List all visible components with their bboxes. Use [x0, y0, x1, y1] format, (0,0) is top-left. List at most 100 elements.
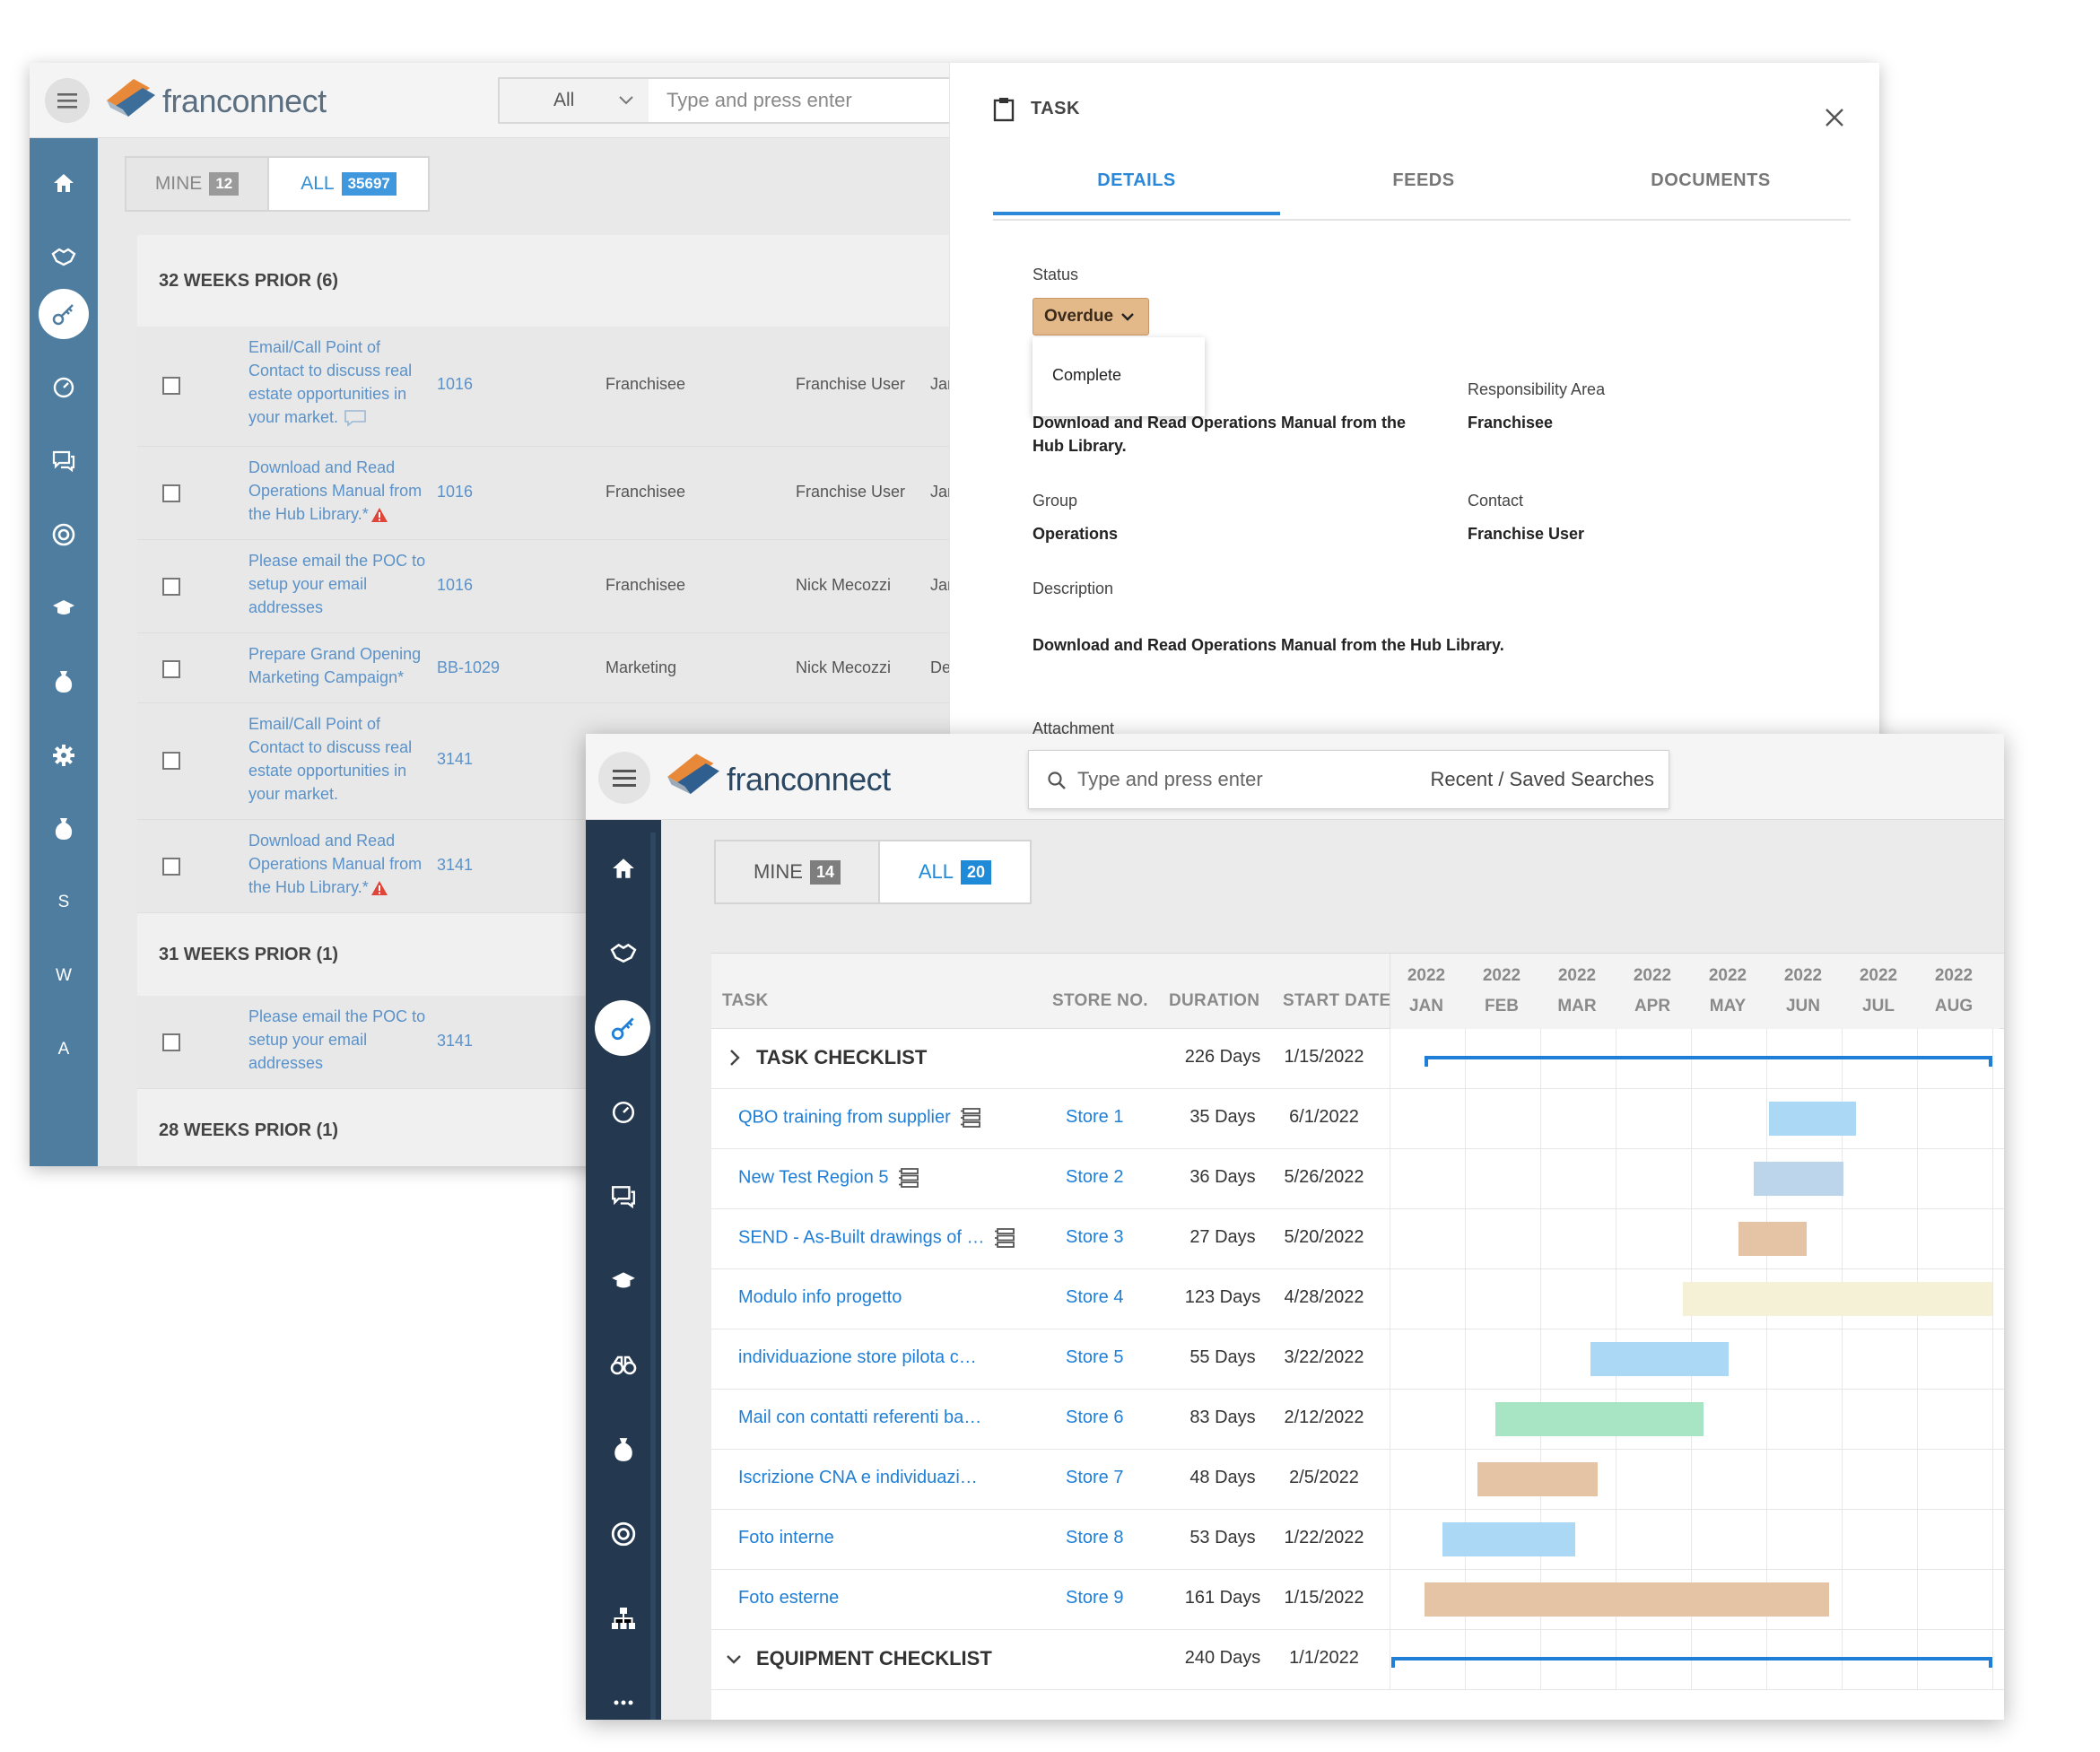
- store-number[interactable]: 1016: [437, 576, 473, 595]
- tab-mine[interactable]: MINE 14: [716, 841, 880, 902]
- gantt-bar[interactable]: [1753, 1162, 1844, 1196]
- sidebar-scrollbar[interactable]: [650, 832, 656, 1720]
- close-icon[interactable]: [1825, 108, 1844, 127]
- store-link[interactable]: Store 4: [1066, 1287, 1123, 1308]
- store-number[interactable]: 3141: [437, 856, 473, 875]
- col-store[interactable]: STORE NO.: [1052, 991, 1148, 1011]
- group-header[interactable]: 32 WEEKS PRIOR (6): [137, 235, 998, 327]
- store-number[interactable]: BB-1029: [437, 658, 500, 677]
- task-link[interactable]: New Test Region 5: [738, 1167, 921, 1189]
- checklist-group-row[interactable]: TASK CHECKLIST 226 Days 1/15/2022: [711, 1029, 2004, 1089]
- gantt-task-row[interactable]: Modulo info progetto Store 4 123 Days 4/28/…: [711, 1269, 2004, 1329]
- sidebar-training[interactable]: [30, 581, 98, 635]
- tab-mine[interactable]: MINE 12: [126, 158, 270, 210]
- row-checkbox[interactable]: [162, 377, 180, 395]
- store-number[interactable]: 1016: [437, 483, 473, 501]
- row-checkbox[interactable]: [162, 484, 180, 502]
- row-checkbox[interactable]: [162, 752, 180, 770]
- gantt-task-row[interactable]: SEND - As-Built drawings of … Store 3 27 D…: [711, 1209, 2004, 1269]
- task-link[interactable]: Mail con contatti referenti ba…: [738, 1408, 981, 1428]
- chevron-down-icon[interactable]: [726, 1653, 742, 1666]
- sidebar-item-a[interactable]: A: [30, 1023, 98, 1076]
- task-link[interactable]: QBO training from supplier: [738, 1107, 983, 1129]
- tab-feeds[interactable]: FEEDS: [1280, 170, 1567, 215]
- task-link[interactable]: SEND - As-Built drawings of …: [738, 1227, 1017, 1249]
- gantt-task-row[interactable]: Mail con contatti referenti ba… Store 6 83…: [711, 1390, 2004, 1450]
- gantt-task-row[interactable]: Iscrizione CNA e individuazi… Store 7 48 D…: [711, 1450, 2004, 1510]
- menu-button[interactable]: [598, 752, 650, 804]
- row-checkbox[interactable]: [162, 858, 180, 876]
- store-number[interactable]: 1016: [437, 375, 473, 394]
- tab-all[interactable]: ALL 20: [880, 841, 1030, 902]
- task-link[interactable]: Please email the POC to setup your email…: [248, 1005, 428, 1075]
- checklist-summary-bar[interactable]: [1425, 1056, 1993, 1067]
- chevron-right-icon[interactable]: [729, 1049, 740, 1067]
- sidebar-finance[interactable]: [30, 655, 98, 709]
- sidebar-home[interactable]: [30, 156, 98, 210]
- gantt-bar[interactable]: [1442, 1522, 1576, 1556]
- row-checkbox[interactable]: [162, 660, 180, 678]
- gantt-bar[interactable]: [1683, 1282, 1992, 1316]
- store-number[interactable]: 3141: [437, 1032, 473, 1050]
- col-duration[interactable]: DURATION: [1169, 991, 1259, 1011]
- gantt-bar[interactable]: [1425, 1582, 1829, 1617]
- checklist-summary-bar[interactable]: [1391, 1657, 1992, 1668]
- store-link[interactable]: Store 8: [1066, 1528, 1123, 1548]
- gantt-bar[interactable]: [1738, 1222, 1807, 1256]
- checklist-group-row[interactable]: EQUIPMENT CHECKLIST 240 Days 1/1/2022: [711, 1630, 2004, 1690]
- gantt-bar[interactable]: [1768, 1102, 1857, 1136]
- menu-button[interactable]: [45, 78, 90, 123]
- sidebar-item-s[interactable]: S: [30, 876, 98, 929]
- task-link[interactable]: Email/Call Point of Contact to discuss r…: [248, 336, 428, 429]
- task-link[interactable]: Download and Read Operations Manual from…: [248, 456, 428, 526]
- store-link[interactable]: Store 1: [1066, 1107, 1123, 1128]
- row-checkbox[interactable]: [162, 1033, 180, 1051]
- gantt-task-row[interactable]: individuazione store pilota c… Store 5 55 …: [711, 1329, 2004, 1390]
- table-row[interactable]: Please email the POC to setup your email…: [137, 540, 998, 633]
- sidebar-dashboard[interactable]: [30, 361, 98, 414]
- store-link[interactable]: Store 9: [1066, 1588, 1123, 1608]
- store-link[interactable]: Store 3: [1066, 1227, 1123, 1248]
- sidebar-support[interactable]: [30, 508, 98, 562]
- gantt-task-row[interactable]: QBO training from supplier Store 1 35 Days…: [711, 1089, 2004, 1149]
- sidebar-deals[interactable]: [30, 230, 98, 283]
- sidebar-keys[interactable]: [30, 287, 98, 341]
- task-link[interactable]: Modulo info progetto: [738, 1287, 902, 1308]
- status-option-complete[interactable]: Complete: [1052, 366, 1121, 385]
- task-link[interactable]: Foto interne: [738, 1528, 834, 1548]
- front-search-input[interactable]: Type and press enter Recent / Saved Sear…: [1028, 750, 1669, 809]
- task-link[interactable]: Iscrizione CNA e individuazi…: [738, 1468, 978, 1488]
- gantt-bar[interactable]: [1590, 1342, 1729, 1376]
- task-link[interactable]: Email/Call Point of Contact to discuss r…: [248, 712, 428, 806]
- task-link[interactable]: Download and Read Operations Manual from…: [248, 829, 428, 899]
- recent-saved-searches-link[interactable]: Recent / Saved Searches: [1431, 768, 1654, 791]
- back-search-input[interactable]: Type and press enter: [649, 77, 958, 124]
- col-task[interactable]: TASK: [722, 991, 769, 1011]
- status-dropdown[interactable]: Overdue: [1033, 298, 1149, 336]
- sidebar-finance-2[interactable]: [30, 802, 98, 856]
- table-row[interactable]: Download and Read Operations Manual from…: [137, 447, 998, 540]
- store-number[interactable]: 3141: [437, 750, 473, 769]
- task-link[interactable]: individuazione store pilota c…: [738, 1347, 977, 1368]
- store-link[interactable]: Store 6: [1066, 1408, 1123, 1428]
- sidebar-settings[interactable]: [30, 728, 98, 782]
- task-link[interactable]: Please email the POC to setup your email…: [248, 549, 428, 619]
- sidebar-item-w[interactable]: W: [30, 949, 98, 1003]
- col-start-date[interactable]: START DATE: [1283, 991, 1391, 1011]
- store-link[interactable]: Store 5: [1066, 1347, 1123, 1368]
- filter-select[interactable]: All: [498, 77, 650, 124]
- table-row[interactable]: Email/Call Point of Contact to discuss r…: [137, 327, 998, 447]
- tab-details[interactable]: DETAILS: [993, 170, 1280, 215]
- gantt-task-row[interactable]: New Test Region 5 Store 2 36 Days 5/26/2022: [711, 1149, 2004, 1209]
- store-link[interactable]: Store 7: [1066, 1468, 1123, 1488]
- gantt-task-row[interactable]: Foto esterne Store 9 161 Days 1/15/2022: [711, 1570, 2004, 1630]
- tab-documents[interactable]: DOCUMENTS: [1567, 170, 1854, 215]
- row-checkbox[interactable]: [162, 578, 180, 596]
- gantt-bar[interactable]: [1477, 1462, 1599, 1496]
- task-link[interactable]: Prepare Grand Opening Marketing Campaign…: [248, 642, 428, 689]
- gantt-task-row[interactable]: Foto interne Store 8 53 Days 1/22/2022: [711, 1510, 2004, 1570]
- gantt-bar[interactable]: [1494, 1402, 1704, 1436]
- task-link[interactable]: Foto esterne: [738, 1588, 839, 1608]
- table-row[interactable]: Prepare Grand Opening Marketing Campaign…: [137, 633, 998, 703]
- store-link[interactable]: Store 2: [1066, 1167, 1123, 1188]
